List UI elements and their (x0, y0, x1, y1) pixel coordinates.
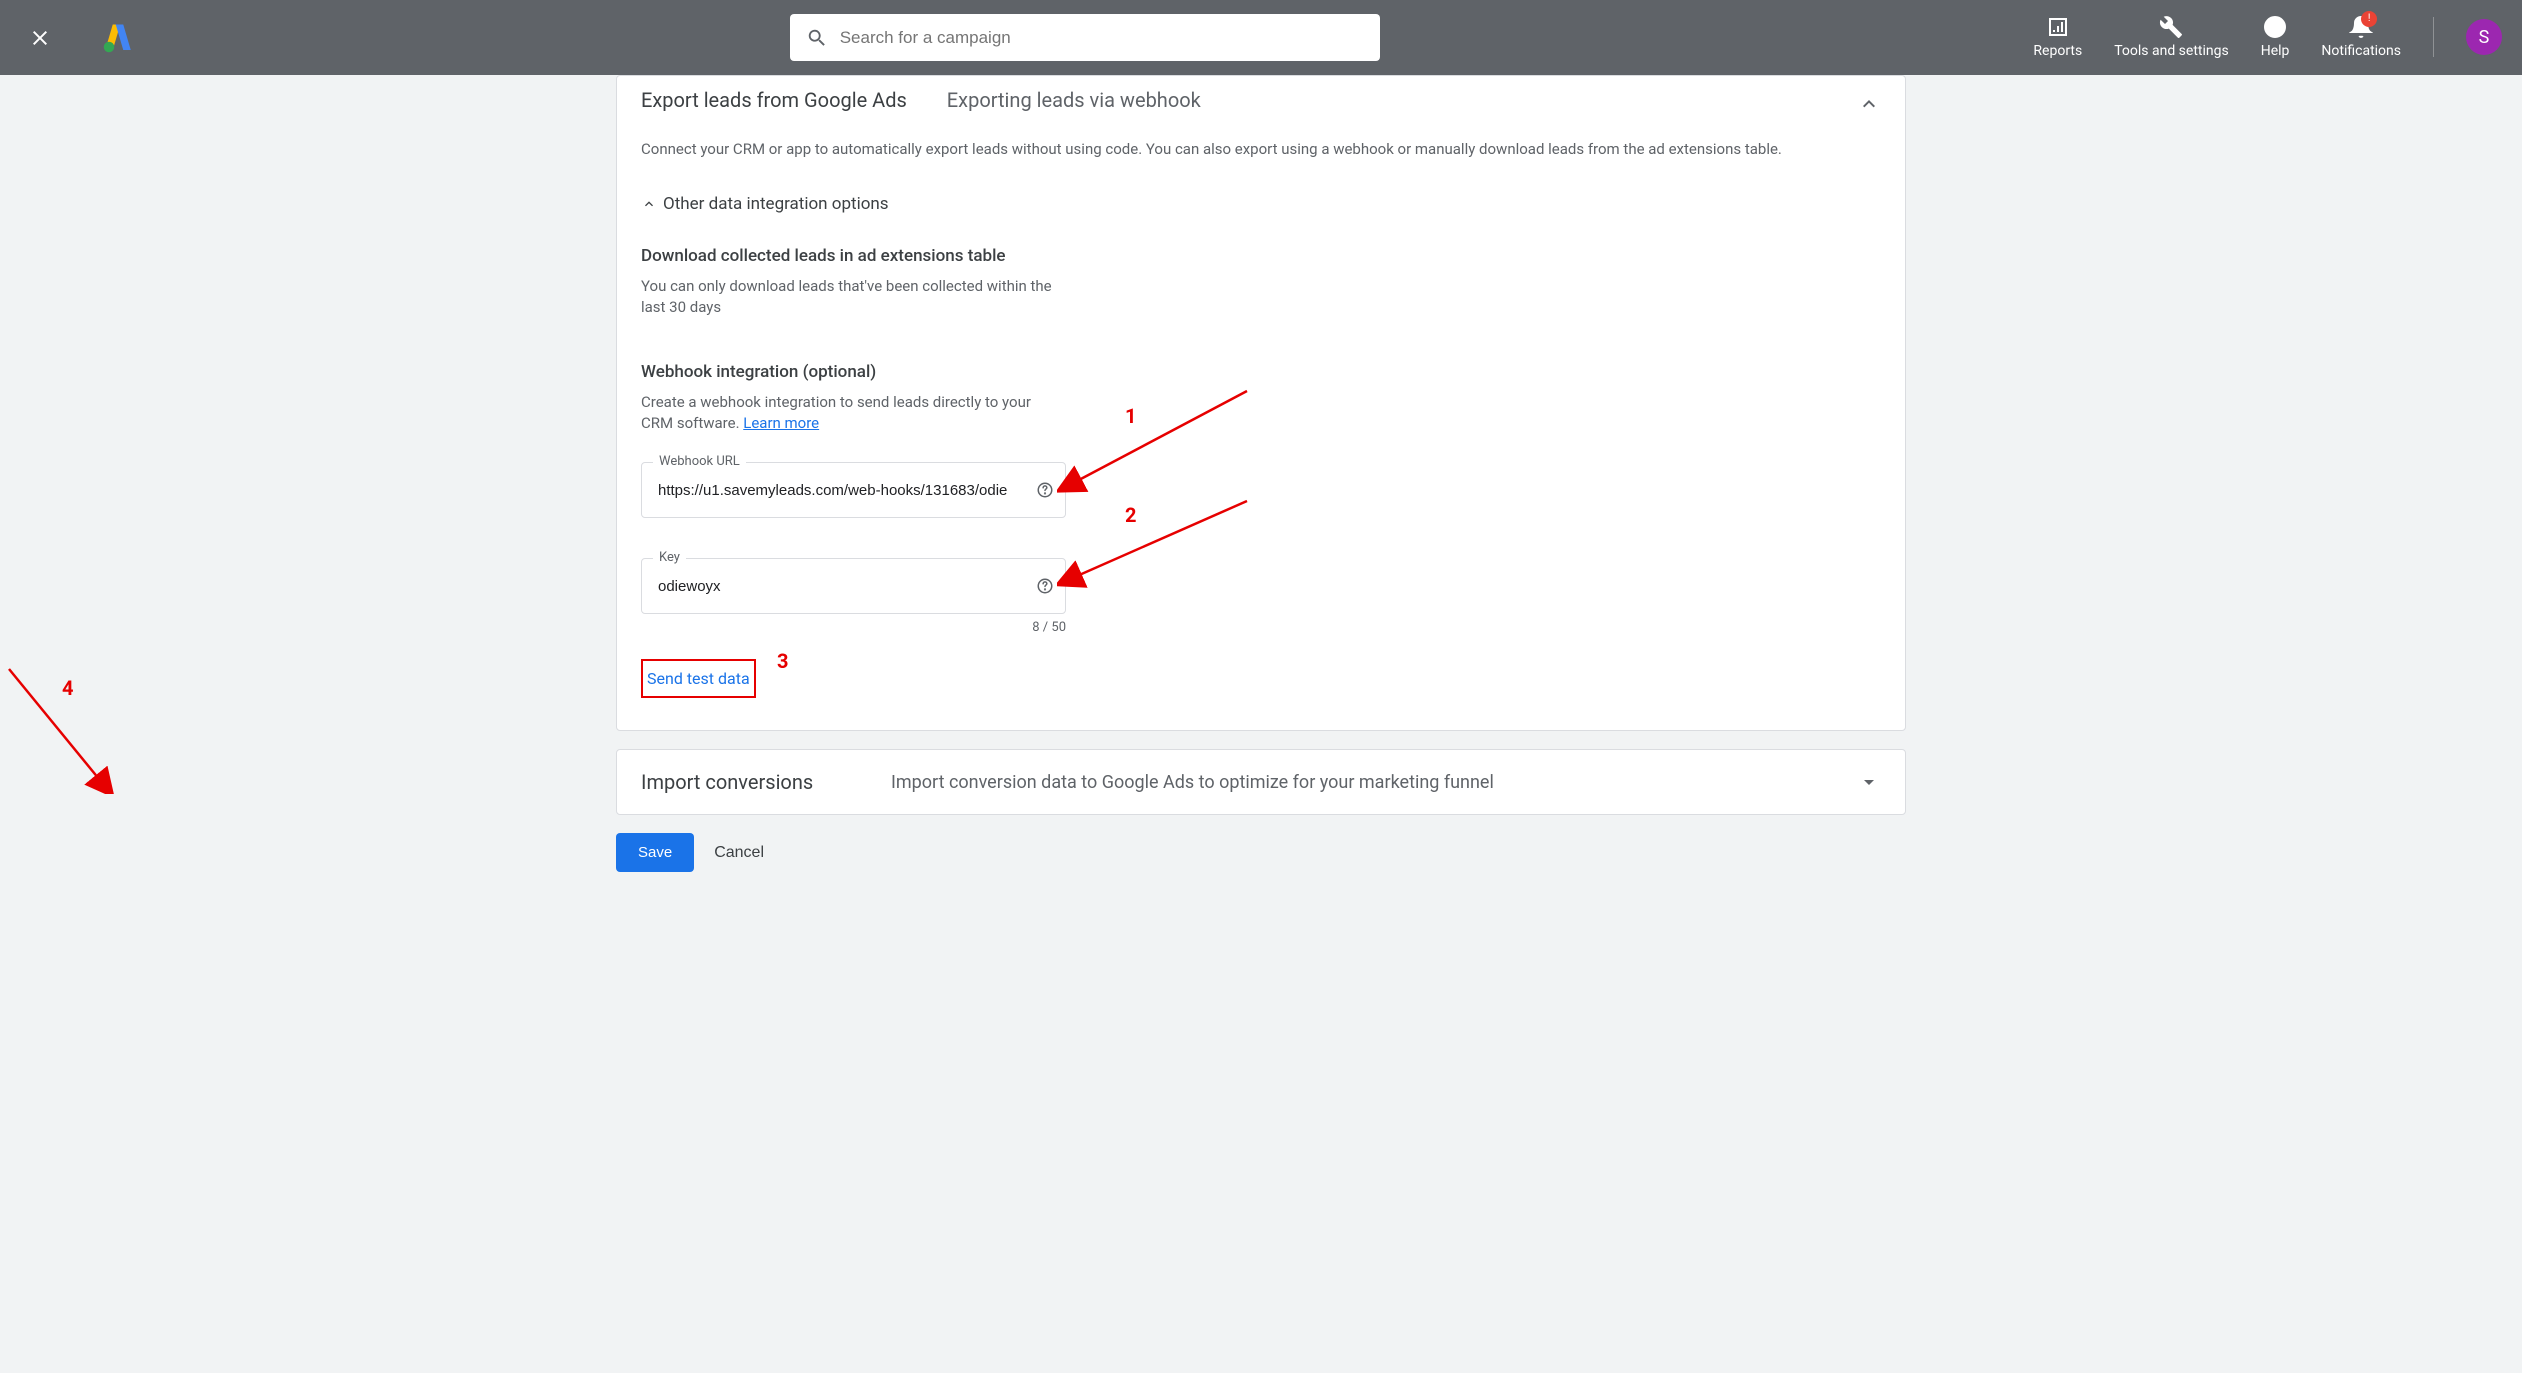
arrow-1-icon (1057, 386, 1257, 506)
breadcrumb: Export leads from Google Ads (641, 88, 907, 112)
webhook-url-help[interactable] (1036, 481, 1054, 499)
search-input[interactable] (840, 28, 1364, 48)
webhook-url-wrapper: Webhook URL (641, 462, 1066, 518)
arrow-4-icon (4, 664, 114, 794)
help-button[interactable]: Help (2261, 15, 2290, 60)
chevron-down-icon (1857, 770, 1881, 794)
avatar[interactable]: S (2466, 19, 2502, 55)
annotation-2: 2 (1125, 503, 1136, 527)
cancel-button[interactable]: Cancel (714, 844, 764, 862)
import-conversions-title: Import conversions (641, 770, 891, 794)
expand-card-button[interactable] (1857, 770, 1881, 794)
reports-label: Reports (2033, 43, 2082, 60)
learn-more-link[interactable]: Learn more (743, 414, 819, 432)
save-button[interactable]: Save (616, 833, 694, 872)
annotation-4: 4 (62, 676, 73, 700)
top-header: Reports Tools and settings Help ! Notifi… (0, 0, 2522, 75)
card-title: Exporting leads via webhook (947, 88, 1201, 112)
tools-button[interactable]: Tools and settings (2114, 15, 2229, 60)
search-box[interactable] (790, 14, 1380, 61)
header-actions: Reports Tools and settings Help ! Notifi… (2033, 15, 2502, 60)
other-options-toggle[interactable]: Other data integration options (641, 194, 1881, 214)
key-help[interactable] (1036, 577, 1054, 595)
google-ads-logo-icon (100, 20, 136, 56)
other-options-label: Other data integration options (663, 194, 889, 214)
main-content: Export leads from Google Ads Exporting l… (616, 75, 1906, 902)
search-container (176, 14, 1993, 61)
search-icon (806, 27, 828, 49)
help-label: Help (2261, 43, 2290, 60)
arrow-2-icon (1057, 496, 1257, 596)
separator (2433, 17, 2434, 57)
notifications-button[interactable]: ! Notifications (2321, 15, 2401, 60)
help-circle-icon (1036, 577, 1054, 595)
card-description: Connect your CRM or app to automatically… (641, 140, 1881, 158)
reports-icon (2046, 15, 2070, 39)
key-input[interactable] (641, 558, 1066, 614)
webhook-section-title: Webhook integration (optional) (641, 362, 1881, 382)
webhook-section-desc: Create a webhook integration to send lea… (641, 392, 1061, 434)
reports-button[interactable]: Reports (2033, 15, 2082, 60)
download-section-desc: You can only download leads that've been… (641, 276, 1061, 318)
annotation-3: 3 (777, 649, 788, 673)
wrench-icon (2159, 15, 2183, 39)
annotation-1: 1 (1125, 404, 1136, 428)
collapse-card-button[interactable] (1857, 92, 1881, 116)
import-conversions-desc: Import conversion data to Google Ads to … (891, 772, 1857, 793)
send-test-data-link[interactable]: Send test data (641, 659, 756, 698)
help-circle-icon (1036, 481, 1054, 499)
key-counter: 8 / 50 (641, 620, 1066, 635)
chevron-up-icon (641, 196, 657, 212)
export-leads-card: Export leads from Google Ads Exporting l… (616, 75, 1906, 731)
notification-badge: ! (2361, 11, 2377, 27)
key-wrapper: Key (641, 558, 1066, 614)
webhook-url-label: Webhook URL (653, 454, 746, 469)
tools-label: Tools and settings (2114, 43, 2229, 60)
download-section-title: Download collected leads in ad extension… (641, 246, 1881, 266)
import-conversions-card[interactable]: Import conversions Import conversion dat… (616, 749, 1906, 815)
chevron-up-icon (1857, 92, 1881, 116)
close-icon[interactable] (20, 26, 60, 50)
webhook-url-input[interactable] (641, 462, 1066, 518)
key-label: Key (653, 550, 686, 565)
button-row: Save Cancel (616, 833, 1906, 872)
notifications-label: Notifications (2321, 43, 2401, 60)
help-icon (2263, 15, 2287, 39)
